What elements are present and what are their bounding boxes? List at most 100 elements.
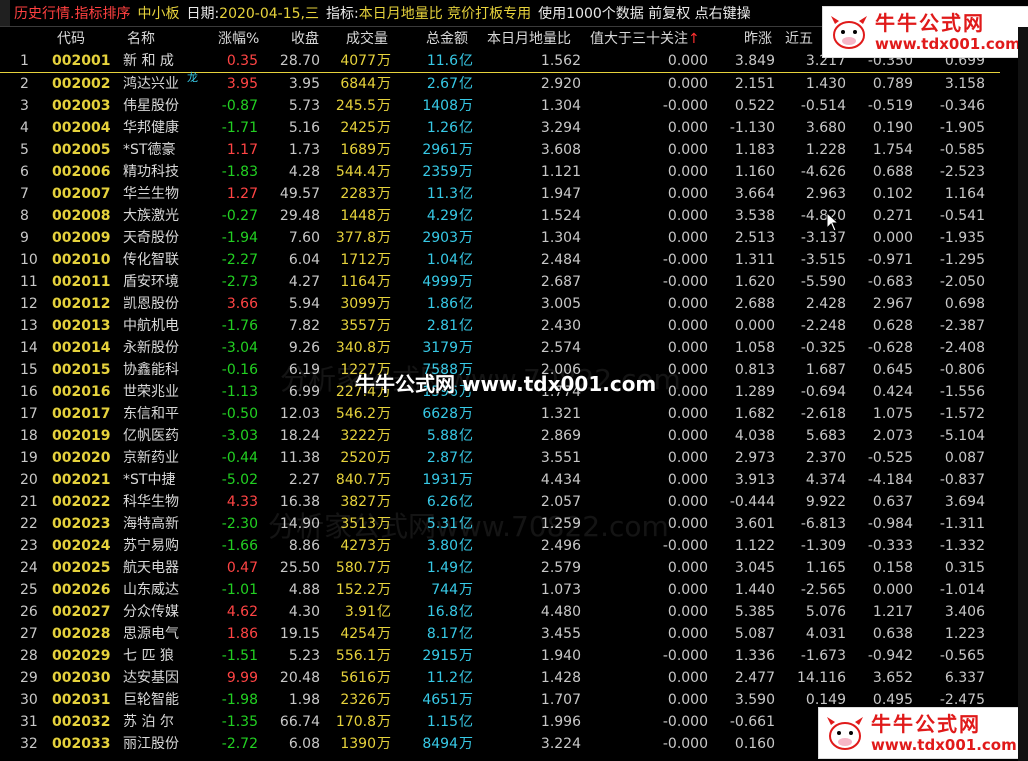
row-number: 31 [20,714,38,730]
table-row[interactable]: 2 002002 鸿达兴业 3.95 3.95 6844 万 2.67 亿 2.920 0.000 2… [0,71,1000,95]
col-header-volume[interactable]: 成交量 [346,28,388,48]
extra-col-2: -1.556 [939,384,985,400]
table-row[interactable]: 26 002027 分众传媒 4.62 4.30 3.91 亿 16.8 亿 4.480 0.000… [0,601,1000,623]
volume-value: 2326 [340,692,376,708]
volume-value: 340.8 [335,340,376,356]
volume-value: 5616 [340,670,376,686]
table-row[interactable]: 4 002004 华邦健康 -1.71 5.16 2425 万 1.26 亿 3.294 0.000… [0,117,1000,139]
prev-change: 3.538 [734,208,775,224]
near5-value: -2.565 [800,582,846,598]
table-row[interactable]: 8 002008 大族激光 -0.27 29.48 1448 万 4.29 亿 1.524 0.00… [0,205,1000,227]
row-number: 12 [20,296,38,312]
col-header-ratio[interactable]: 本日月地量比 [487,28,571,48]
amount-value: 1.86 [426,296,458,312]
col-header-near5[interactable]: 近五 [785,28,813,48]
near5-value: 14.116 [797,670,846,686]
table-row[interactable]: 23 002024 苏宁易购 -1.66 8.86 4273 万 3.80 亿 2.496 -0.0… [0,535,1000,557]
amount-unit: 万 [459,582,473,598]
stock-code: 002010 [52,252,111,268]
row-number: 27 [20,626,38,642]
above30-value: 0.000 [667,450,708,466]
table-row[interactable]: 28 002029 七 匹 狼 -1.51 5.23 556.1 万 2915 万 1.940 -0… [0,645,1000,667]
table-row[interactable]: 19 002020 京新药业 -0.44 11.38 2520 万 2.87 亿 3.551 0.0… [0,447,1000,469]
col-header-amount[interactable]: 总金额 [426,28,468,48]
table-row[interactable]: 24 002025 航天电器 0.47 25.50 580.7 万 1.49 亿 2.579 0.0… [0,557,1000,579]
table-row[interactable]: 3 002003 伟星股份 -0.87 5.73 245.5 万 1408 万 1.304 -0.0… [0,95,1000,117]
amount-unit: 亿 [459,560,473,576]
stock-code: 002003 [52,98,111,114]
stock-code: 002005 [52,142,111,158]
change-percent: -1.71 [221,120,258,136]
extra-col-1: 1.754 [872,142,913,158]
volume-unit: 万 [377,208,391,224]
table-row[interactable]: 22 002023 海特高新 -2.30 14.90 3513 万 5.31 亿 1.259 0.0… [0,513,1000,535]
above30-value: 0.000 [667,53,708,69]
stock-name: 中航机电 [123,318,179,334]
view-title[interactable]: 历史行情.指标排序 [14,3,130,23]
volume-unit: 万 [377,692,391,708]
change-percent: -5.02 [221,472,258,488]
ratio-value: 4.434 [540,472,581,488]
row-number: 25 [20,582,38,598]
above30-value: 0.000 [667,362,708,378]
col-header-name[interactable]: 名称 [127,28,155,48]
table-row[interactable]: 25 002026 山东威达 -1.01 4.88 152.2 万 744 万 1.073 0.00… [0,579,1000,601]
prev-change: 1.440 [734,582,775,598]
table-row[interactable]: 14 002014 永新股份 -3.04 9.26 340.8 万 3179 万 2.574 0.0… [0,337,1000,359]
col-header-change[interactable]: 涨幅% [218,28,259,48]
amount-value: 4999 [422,274,458,290]
table-row[interactable]: 29 002030 达安基因 9.99 20.48 5616 万 11.2 亿 1.428 0.00… [0,667,1000,689]
near5-value: 4.031 [805,626,846,642]
indicator-value[interactable]: 本日月地量比 竞价打板专用 [359,3,531,23]
cow-logo-icon [827,717,863,750]
table-row[interactable]: 10 002010 传化智联 -2.27 6.04 1712 万 1.04 亿 2.484 -0.0… [0,249,1000,271]
amount-value: 6628 [422,406,458,422]
mouse-pointer-icon [826,212,840,232]
close-price: 4.27 [288,274,320,290]
prev-change: 2.973 [734,450,775,466]
table-row[interactable]: 21 002022 科华生物 4.33 16.38 3827 万 6.26 亿 2.057 0.00… [0,491,1000,513]
row-number: 10 [20,252,38,268]
table-row[interactable]: 12 002012 凯恩股份 3.66 5.94 3099 万 1.86 亿 3.005 0.000… [0,293,1000,315]
amount-value: 1.49 [426,560,458,576]
table-row[interactable]: 5 002005 *ST德豪 1.17 1.73 1689 万 2961 万 3.608 0.000… [0,139,1000,161]
extra-col-2: 1.164 [944,186,985,202]
col-header-close[interactable]: 收盘 [291,28,319,48]
table-row[interactable]: 20 002021 *ST中捷 -5.02 2.27 840.7 万 1931 万 4.434 0.… [0,469,1000,491]
near5-value: -2.618 [800,406,846,422]
close-price: 12.03 [279,406,320,422]
extra-col-1: -0.525 [867,450,913,466]
amount-value: 11.3 [426,186,458,202]
change-percent: -2.30 [221,516,258,532]
prev-change: 0.000 [734,318,775,334]
col-header-above30[interactable]: 值大于三十关注↑ [590,28,700,48]
stock-name: 协鑫能科 [123,362,179,378]
near5-value: 1.228 [805,142,846,158]
extra-col-1: 3.652 [872,670,913,686]
ratio-value: 2.430 [540,318,581,334]
col-header-code[interactable]: 代码 [57,28,85,48]
table-row[interactable]: 17 002017 东信和平 -0.50 12.03 546.2 万 6628 万 1.321 0.… [0,403,1000,425]
volume-unit: 万 [377,142,391,158]
table-row[interactable]: 27 002028 思源电气 1.86 19.15 4254 万 8.17 亿 3.455 0.00… [0,623,1000,645]
table-row[interactable]: 6 002006 精功科技 -1.83 4.28 544.4 万 2359 万 1.121 0.00… [0,161,1000,183]
ratio-value: 2.484 [540,252,581,268]
col-header-prev[interactable]: 昨涨 [744,28,772,48]
amount-value: 744 [431,582,458,598]
table-row[interactable]: 7 002007 华兰生物 1.27 49.57 2283 万 11.3 亿 1.947 0.000… [0,183,1000,205]
volume-unit: 万 [377,736,391,752]
table-row[interactable]: 9 002009 天奇股份 -1.94 7.60 377.8 万 2903 万 1.304 0.00… [0,227,1000,249]
above30-value: -0.000 [662,274,708,290]
change-percent: -1.35 [221,714,258,730]
above30-value: -0.000 [662,714,708,730]
prev-change: 0.160 [734,736,775,752]
above30-value: 0.000 [667,406,708,422]
table-row[interactable]: 13 002013 中航机电 -1.76 7.82 3557 万 2.81 亿 2.430 0.00… [0,315,1000,337]
table-row[interactable]: 18 002019 亿帆医药 -3.03 18.24 3222 万 5.88 亿 2.869 0.0… [0,425,1000,447]
table-row[interactable]: 11 002011 盾安环境 -2.73 4.27 1164 万 4999 万 2.687 -0.0… [0,271,1000,293]
stock-name: 华邦健康 [123,120,179,136]
volume-unit: 万 [377,296,391,312]
board-name[interactable]: 中小板 [137,3,179,23]
stock-code: 002006 [52,164,111,180]
extra-col-1: -4.184 [867,472,913,488]
